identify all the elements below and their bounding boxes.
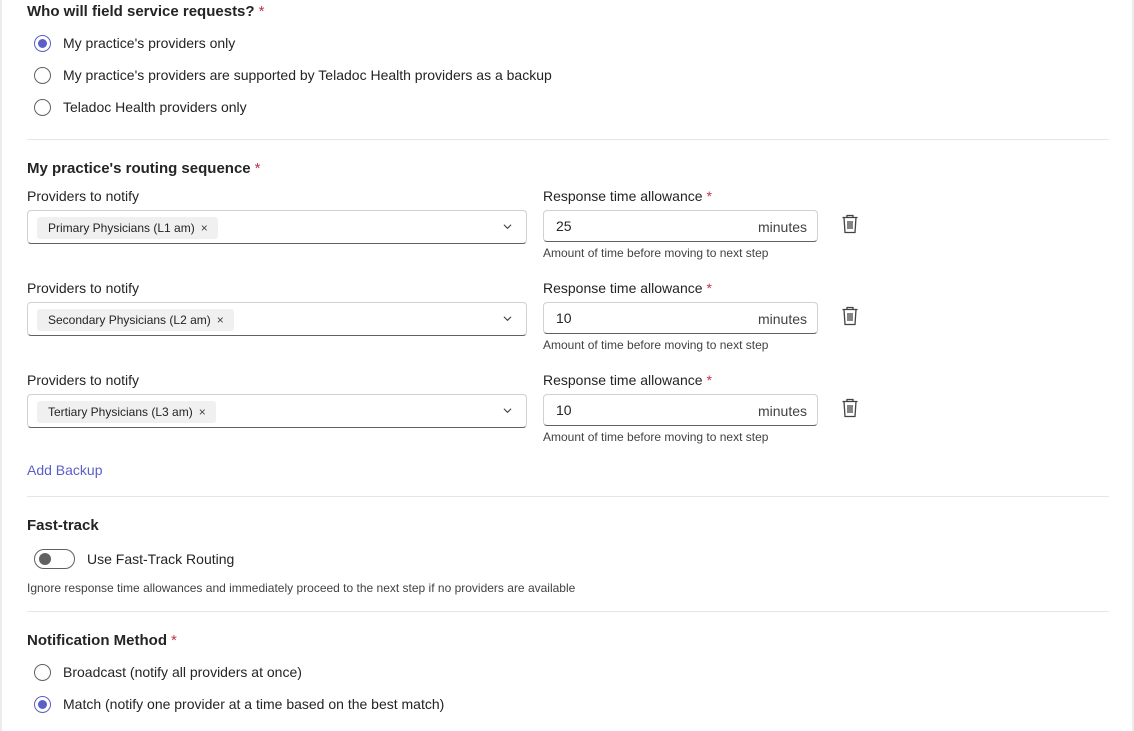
- time-hint: Amount of time before moving to next ste…: [543, 430, 769, 444]
- time-unit: minutes: [757, 311, 807, 327]
- provider-tag: Tertiary Physicians (L3 am) ×: [37, 401, 216, 423]
- provider-tag-label: Secondary Physicians (L2 am): [48, 313, 211, 327]
- required-mark: *: [254, 160, 261, 177]
- radio-button[interactable]: [34, 98, 51, 116]
- time-hint: Amount of time before moving to next ste…: [543, 338, 769, 352]
- provider-tag-label: Primary Physicians (L1 am): [48, 221, 195, 235]
- chevron-down-icon: [503, 224, 512, 230]
- time-hint: Amount of time before moving to next ste…: [543, 246, 769, 260]
- radio-teladoc-only[interactable]: Teladoc Health providers only: [34, 97, 247, 117]
- trash-icon[interactable]: [841, 214, 859, 234]
- remove-tag-icon[interactable]: ×: [199, 405, 206, 419]
- radio-label: Match (notify one provider at a time bas…: [63, 696, 445, 712]
- required-mark: *: [170, 632, 177, 649]
- left-border: [0, 0, 2, 731]
- time-label: Response time allowance *: [543, 372, 712, 388]
- routing-heading: My practice's routing sequence *: [27, 160, 260, 177]
- providers-dropdown[interactable]: Secondary Physicians (L2 am) ×: [27, 302, 527, 336]
- remove-tag-icon[interactable]: ×: [217, 313, 224, 327]
- fast-track-description: Ignore response time allowances and imme…: [27, 581, 576, 595]
- providers-label: Providers to notify: [27, 372, 140, 388]
- radio-button[interactable]: [34, 66, 51, 84]
- radio-button[interactable]: [34, 34, 51, 52]
- radio-label: Broadcast (notify all providers at once): [63, 664, 302, 680]
- add-backup-link[interactable]: Add Backup: [27, 462, 103, 478]
- provider-tag: Secondary Physicians (L2 am) ×: [37, 309, 234, 331]
- response-time-field[interactable]: minutes: [543, 394, 818, 426]
- required-mark: *: [706, 280, 712, 296]
- section-divider: [27, 611, 1109, 612]
- radio-button[interactable]: [34, 695, 51, 713]
- providers-label: Providers to notify: [27, 188, 140, 204]
- radio-label: My practice's providers are supported by…: [63, 67, 552, 83]
- response-time-input[interactable]: [556, 310, 706, 326]
- response-time-field[interactable]: minutes: [543, 210, 818, 242]
- time-unit: minutes: [757, 219, 807, 235]
- provider-tag: Primary Physicians (L1 am) ×: [37, 217, 218, 239]
- time-label: Response time allowance *: [543, 188, 712, 204]
- field-service-heading: Who will field service requests? *: [27, 3, 264, 20]
- radio-practice-with-backup[interactable]: My practice's providers are supported by…: [34, 65, 552, 85]
- fast-track-toggle-label: Use Fast-Track Routing: [87, 551, 235, 567]
- response-time-input[interactable]: [556, 402, 706, 418]
- providers-label: Providers to notify: [27, 280, 140, 296]
- required-mark: *: [706, 372, 712, 388]
- providers-dropdown[interactable]: Primary Physicians (L1 am) ×: [27, 210, 527, 244]
- radio-match[interactable]: Match (notify one provider at a time bas…: [34, 694, 444, 714]
- response-time-input[interactable]: [556, 218, 706, 234]
- trash-icon[interactable]: [841, 398, 859, 418]
- notification-heading: Notification Method *: [27, 632, 177, 649]
- time-unit: minutes: [757, 403, 807, 419]
- section-divider: [27, 139, 1109, 140]
- fast-track-heading: Fast-track: [27, 517, 99, 534]
- chevron-down-icon: [503, 408, 512, 414]
- chevron-down-icon: [503, 316, 512, 322]
- time-label-text: Response time allowance: [543, 188, 703, 204]
- radio-label: Teladoc Health providers only: [63, 99, 247, 115]
- providers-dropdown[interactable]: Tertiary Physicians (L3 am) ×: [27, 394, 527, 428]
- radio-label: My practice's providers only: [63, 35, 236, 51]
- field-service-title: Who will field service requests?: [27, 3, 255, 20]
- radio-button[interactable]: [34, 663, 51, 681]
- radio-practice-only[interactable]: My practice's providers only: [34, 33, 235, 53]
- routing-title: My practice's routing sequence: [27, 160, 251, 177]
- time-label: Response time allowance *: [543, 280, 712, 296]
- radio-broadcast[interactable]: Broadcast (notify all providers at once): [34, 662, 302, 682]
- remove-tag-icon[interactable]: ×: [201, 221, 208, 235]
- provider-tag-label: Tertiary Physicians (L3 am): [48, 405, 193, 419]
- required-mark: *: [258, 3, 265, 20]
- fast-track-toggle[interactable]: [34, 549, 75, 569]
- time-label-text: Response time allowance: [543, 372, 703, 388]
- section-divider: [27, 496, 1109, 497]
- notification-title: Notification Method: [27, 632, 167, 649]
- routing-settings-page: Who will field service requests? * My pra…: [0, 0, 1134, 731]
- time-label-text: Response time allowance: [543, 280, 703, 296]
- required-mark: *: [706, 188, 712, 204]
- toggle-knob: [39, 553, 51, 565]
- response-time-field[interactable]: minutes: [543, 302, 818, 334]
- trash-icon[interactable]: [841, 306, 859, 326]
